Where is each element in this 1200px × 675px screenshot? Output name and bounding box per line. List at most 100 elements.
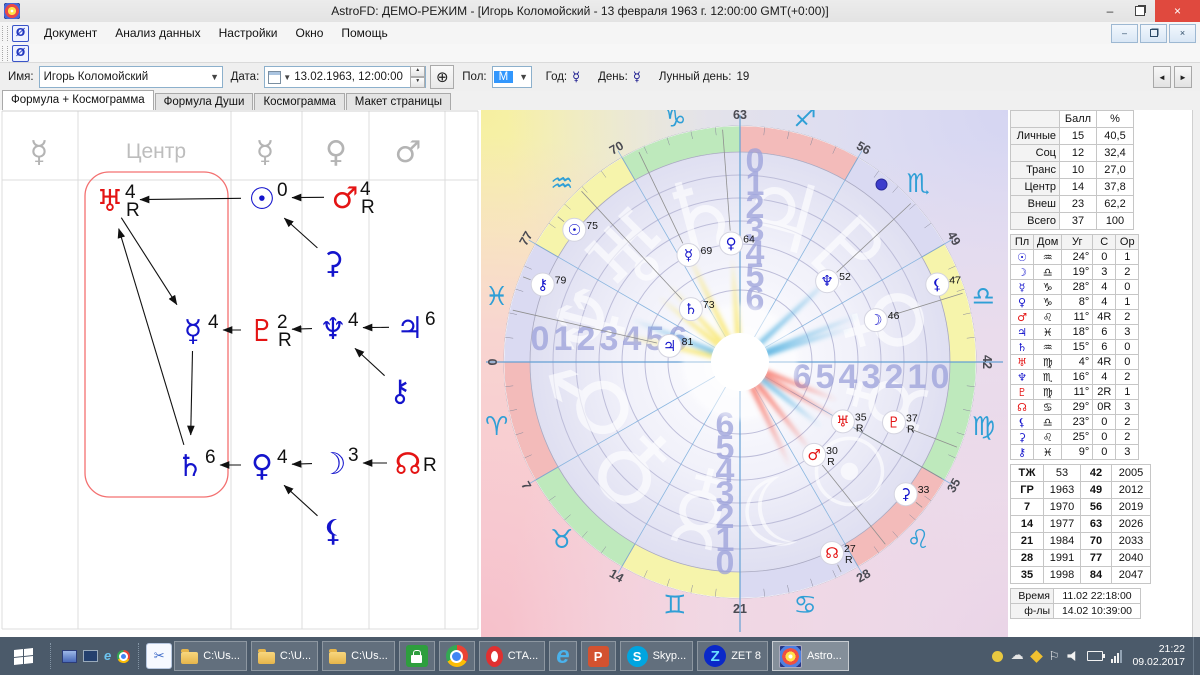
menu-item-1[interactable]: Анализ данных	[106, 26, 209, 40]
svg-text:☿: ☿	[30, 135, 48, 170]
svg-text:♂: ♂	[807, 446, 820, 464]
menu-item-4[interactable]: Помощь	[332, 26, 396, 40]
tray-speaker-icon[interactable]	[1067, 651, 1079, 662]
planet-row: ☽♎19°32	[1011, 265, 1139, 280]
date-picker[interactable]: ▼ 13.02.1963, 12:00:00 ▲▼	[264, 66, 426, 88]
tray-network-icon[interactable]	[1111, 650, 1122, 663]
restore-button[interactable]	[1125, 0, 1155, 22]
mdi-restore-button[interactable]	[1140, 24, 1167, 43]
task-button-folder-1[interactable]: C:\U...	[251, 641, 318, 671]
prev-button[interactable]: ◄	[1153, 66, 1171, 88]
tab-1[interactable]: Формула Души	[155, 93, 254, 110]
vertical-scrollbar[interactable]	[1192, 110, 1200, 637]
start-button[interactable]	[0, 637, 46, 675]
lunar-day-label: Лунный день:	[659, 71, 732, 83]
task-button-opera-5[interactable]: СТА...	[479, 641, 545, 671]
planet-row: ⚸♎23°02	[1011, 415, 1139, 430]
sex-combobox[interactable]: М ▼	[492, 66, 532, 88]
globe-button[interactable]: ⊕	[430, 65, 454, 89]
calendar-icon[interactable]	[268, 71, 281, 84]
zodiac-leo-icon: ♌	[907, 525, 930, 555]
score-row: Внеш2362,2	[1011, 196, 1134, 213]
age-year-row: 71970562019	[1011, 499, 1151, 516]
menu-item-0[interactable]: Документ	[35, 26, 106, 40]
taskbar-clock[interactable]: 21:2209.02.2017	[1132, 643, 1185, 669]
fd-tool-button[interactable]: Ø	[12, 45, 29, 62]
internet-explorer-icon: e	[556, 644, 569, 668]
quick-launch-chrome-icon[interactable]	[117, 650, 130, 663]
name-value: Игорь Коломойский	[40, 71, 153, 83]
age-year-row: ГР1963492012	[1011, 482, 1151, 499]
svg-text:R: R	[856, 422, 864, 434]
soul-formula-diagram: ☿Центр☿♀♂♅4R☉0♂4R⚳☿4♇2R♆4♃6⚷♄6♀4☽3☊R⚸	[0, 110, 481, 637]
task-button-skype-8[interactable]: SSkyp...	[620, 641, 694, 671]
tray-update-icon[interactable]	[1030, 650, 1043, 663]
svg-text:6: 6	[425, 309, 436, 330]
year-ruler-mercury-icon: ☿	[572, 70, 580, 85]
snipping-tool-icon[interactable]: ✂	[146, 643, 172, 669]
show-desktop-button[interactable]	[1193, 637, 1200, 675]
task-button-folder-0[interactable]: C:\Us...	[174, 641, 247, 671]
minimize-button[interactable]: –	[1095, 0, 1125, 22]
chevron-down-icon[interactable]: ▼	[283, 73, 291, 82]
tray-cloud-sync-icon[interactable]: ☁	[1011, 650, 1024, 662]
formula-pluto-icon: ♇	[249, 314, 276, 349]
zet8-icon: Z	[704, 645, 726, 667]
folder-icon	[258, 652, 275, 664]
taskbar-grip	[138, 643, 142, 669]
planet-row: ☿♑28°40	[1011, 280, 1139, 295]
task-button-label: Skyp...	[653, 650, 687, 662]
tab-3[interactable]: Макет страницы	[346, 93, 451, 110]
task-button-label: C:\Us...	[203, 650, 240, 662]
formula-mercury-icon: ☿	[184, 314, 202, 349]
mdi-close-button[interactable]: ×	[1169, 24, 1196, 43]
quick-launch-ie-icon[interactable]: e	[104, 650, 111, 662]
task-button-ie-6[interactable]: e	[549, 641, 576, 671]
planet-row: ♀♑8°41	[1011, 295, 1139, 310]
chrome-icon	[446, 645, 468, 667]
task-button-ppt-7[interactable]: P	[581, 641, 616, 671]
quick-launch-display-icon[interactable]	[83, 650, 98, 662]
planet-row: ♃♓18°63	[1011, 325, 1139, 340]
menu-item-2[interactable]: Настройки	[210, 26, 287, 40]
task-button-chrome-4[interactable]	[439, 641, 475, 671]
task-button-store-3[interactable]	[399, 641, 435, 671]
quick-launch-app-icon[interactable]	[62, 650, 77, 663]
task-button-astro-10[interactable]: Astro...	[772, 641, 849, 671]
mdi-minimize-button[interactable]: –	[1111, 24, 1138, 43]
next-button[interactable]: ►	[1174, 66, 1192, 88]
menu-item-3[interactable]: Окно	[286, 26, 332, 40]
formula-venus-icon: ♀	[251, 449, 273, 484]
date-spinner[interactable]: ▲▼	[410, 66, 425, 88]
svg-text:46: 46	[888, 310, 900, 322]
zodiac-libra-icon: ♎	[972, 282, 995, 312]
planet-row: ♅♍4°4R0	[1011, 355, 1139, 370]
tray-power-icon[interactable]	[1087, 651, 1103, 661]
task-button-label: C:\U...	[280, 650, 311, 662]
planet-row: ⚷♓9°03	[1011, 445, 1139, 460]
cosmogram-planet-north-node: ☊27R	[821, 542, 856, 567]
chart-data-bar: Имя: Игорь Коломойский ▼ Дата: ▼ 13.02.1…	[0, 62, 1200, 92]
name-combobox[interactable]: Игорь Коломойский ▼	[39, 66, 223, 88]
tab-2[interactable]: Космограмма	[254, 93, 344, 110]
task-button-zet-9[interactable]: ZZET 8	[697, 641, 768, 671]
svg-text:Центр: Центр	[126, 140, 186, 163]
tab-0[interactable]: Формула + Космограмма	[2, 90, 154, 110]
age-year-row: 141977632026	[1011, 516, 1151, 533]
score-row: Личные1540,5	[1011, 128, 1134, 145]
date-label: Дата:	[231, 71, 260, 83]
svg-text:R: R	[845, 554, 853, 566]
formula-uranus-icon: ♅	[97, 184, 124, 219]
formula-node-icon: ☊	[395, 447, 422, 482]
svg-text:☿: ☿	[256, 135, 274, 170]
svg-text:73: 73	[703, 299, 715, 311]
task-button-folder-2[interactable]: C:\Us...	[322, 641, 395, 671]
close-button[interactable]: ×	[1155, 0, 1200, 22]
date-value[interactable]: 13.02.1963, 12:00:00	[294, 71, 408, 83]
planet-row: ♇♍11°2R1	[1011, 385, 1139, 400]
tray-flag-icon[interactable]: ⚐	[1049, 649, 1060, 663]
svg-text:0: 0	[277, 180, 288, 201]
cosmogram-planet-uranus: ♅35R	[831, 410, 866, 435]
svg-text:6: 6	[205, 447, 216, 468]
tray-key-icon[interactable]	[992, 651, 1003, 662]
